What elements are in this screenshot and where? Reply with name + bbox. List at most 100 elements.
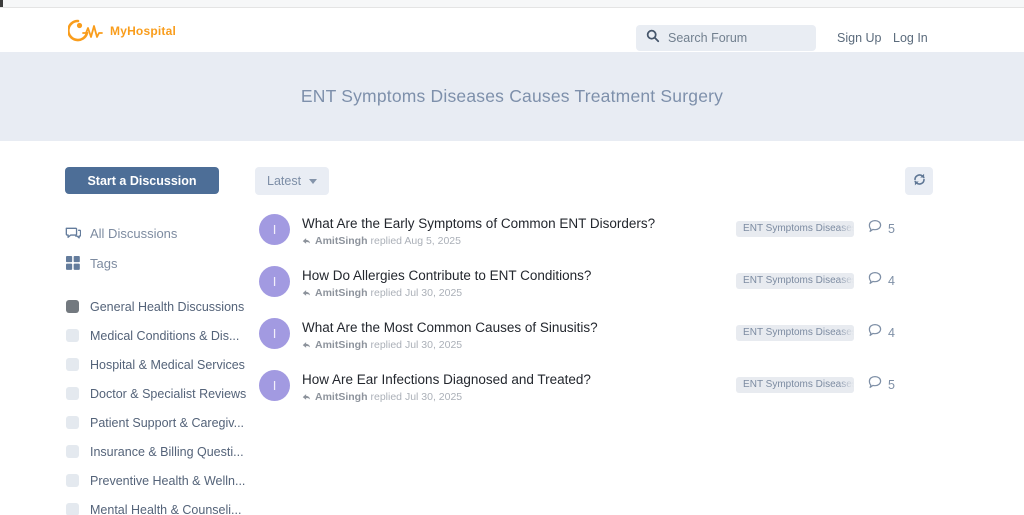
discussion-meta: ENT Symptoms Diseases Causes Treatment S… bbox=[736, 375, 935, 394]
sidebar-item-tags[interactable]: Tags bbox=[65, 248, 219, 278]
discussion-body: How Are Ear Infections Diagnosed and Tre… bbox=[302, 370, 736, 403]
tag-badge[interactable]: ENT Symptoms Diseases Causes Treatment S… bbox=[736, 376, 855, 393]
login-link[interactable]: Log In bbox=[893, 31, 928, 45]
discussion-meta: ENT Symptoms Diseases Causes Treatment S… bbox=[736, 219, 935, 238]
discussion-author[interactable]: AmitSingh bbox=[315, 339, 368, 351]
reply-arrow-icon bbox=[302, 393, 311, 402]
tag-badge[interactable]: ENT Symptoms Diseases Causes Treatment S… bbox=[736, 324, 855, 341]
comment-bubble-icon bbox=[868, 219, 882, 238]
category-label: Medical Conditions & Dis... bbox=[90, 328, 240, 343]
discussion-author[interactable]: AmitSingh bbox=[315, 235, 368, 247]
category-label: Preventive Health & Welln... bbox=[90, 473, 246, 488]
discussion-subline: AmitSingh replied Jul 30, 2025 bbox=[302, 287, 736, 299]
sidebar-item-all-discussions[interactable]: All Discussions bbox=[65, 218, 219, 248]
discussion-list: I What Are the Early Symptoms of Common … bbox=[255, 214, 935, 403]
discussion-meta: ENT Symptoms Diseases Causes Treatment S… bbox=[736, 323, 935, 342]
sidebar-category-list: General Health Discussions Medical Condi… bbox=[65, 292, 246, 515]
tag-label: ENT Symptoms Diseases Causes Treatment S… bbox=[743, 379, 855, 390]
discussion-replied-text: replied Jul 30, 2025 bbox=[370, 339, 463, 351]
sidebar-category-mental-health[interactable]: Mental Health & Counseli... bbox=[65, 495, 241, 515]
sidebar-category-hospital-services[interactable]: Hospital & Medical Services bbox=[65, 350, 245, 379]
avatar: I bbox=[259, 318, 290, 349]
category-label: Mental Health & Counseli... bbox=[90, 502, 242, 515]
comment-count-number: 5 bbox=[888, 377, 895, 392]
category-swatch bbox=[66, 416, 79, 429]
discussion-body: What Are the Early Symptoms of Common EN… bbox=[302, 214, 736, 247]
category-swatch bbox=[66, 474, 79, 487]
sidebar-category-insurance-billing[interactable]: Insurance & Billing Questi... bbox=[65, 437, 244, 466]
discussion-subline: AmitSingh replied Jul 30, 2025 bbox=[302, 339, 736, 351]
tag-badge[interactable]: ENT Symptoms Diseases Causes Treatment S… bbox=[736, 220, 855, 237]
start-discussion-button[interactable]: Start a Discussion bbox=[65, 167, 219, 194]
content-area: Start a Discussion All Discussions Tags … bbox=[0, 141, 1024, 515]
sort-dropdown[interactable]: Latest bbox=[255, 167, 330, 195]
refresh-icon bbox=[912, 172, 927, 190]
category-swatch bbox=[66, 300, 79, 313]
category-label: Doctor & Specialist Reviews bbox=[90, 386, 247, 401]
category-label: Patient Support & Caregiv... bbox=[90, 415, 245, 430]
discussion-body: How Do Allergies Contribute to ENT Condi… bbox=[302, 266, 736, 299]
discussion-subline: AmitSingh replied Jul 30, 2025 bbox=[302, 391, 736, 403]
tag-label: ENT Symptoms Diseases Causes Treatment S… bbox=[743, 223, 855, 234]
sidebar-category-medical-conditions[interactable]: Medical Conditions & Dis... bbox=[65, 321, 239, 350]
discussion-title[interactable]: How Do Allergies Contribute to ENT Condi… bbox=[302, 267, 736, 284]
site-logo[interactable]: MyHospital bbox=[68, 17, 176, 45]
hospital-pulse-icon bbox=[68, 17, 114, 45]
discussion-row[interactable]: I How Are Ear Infections Diagnosed and T… bbox=[255, 370, 935, 403]
category-swatch bbox=[66, 358, 79, 371]
sidebar-item-label: Tags bbox=[90, 255, 118, 271]
discussion-subline: AmitSingh replied Aug 5, 2025 bbox=[302, 235, 736, 247]
category-swatch bbox=[66, 387, 79, 400]
comment-count[interactable]: 5 bbox=[868, 219, 895, 238]
category-label: General Health Discussions bbox=[90, 299, 245, 314]
list-toolbar: Latest bbox=[255, 167, 935, 195]
tag-badge[interactable]: ENT Symptoms Diseases Causes Treatment S… bbox=[736, 272, 855, 289]
sidebar-category-general-health[interactable]: General Health Discussions bbox=[65, 292, 244, 321]
avatar: I bbox=[259, 266, 290, 297]
category-swatch bbox=[66, 445, 79, 458]
discussion-replied-text: replied Jul 30, 2025 bbox=[370, 391, 463, 403]
sidebar-category-preventive-health[interactable]: Preventive Health & Welln... bbox=[65, 466, 245, 495]
category-swatch bbox=[66, 329, 79, 342]
discussion-title[interactable]: What Are the Early Symptoms of Common EN… bbox=[302, 215, 736, 232]
sidebar-category-patient-support[interactable]: Patient Support & Caregiv... bbox=[65, 408, 244, 437]
sidebar-category-doctor-reviews[interactable]: Doctor & Specialist Reviews bbox=[65, 379, 246, 408]
discussion-title[interactable]: What Are the Most Common Causes of Sinus… bbox=[302, 319, 736, 336]
sidebar: Start a Discussion All Discussions Tags … bbox=[65, 167, 246, 515]
reply-arrow-icon bbox=[302, 341, 311, 350]
discussion-meta: ENT Symptoms Diseases Causes Treatment S… bbox=[736, 271, 935, 290]
comment-bubble-icon bbox=[868, 375, 882, 394]
comment-count[interactable]: 5 bbox=[868, 375, 895, 394]
comment-bubble-icon bbox=[868, 271, 882, 290]
discussion-row[interactable]: I How Do Allergies Contribute to ENT Con… bbox=[255, 266, 935, 299]
discussion-author[interactable]: AmitSingh bbox=[315, 287, 368, 299]
page-title: ENT Symptoms Diseases Causes Treatment S… bbox=[300, 86, 724, 106]
refresh-button[interactable] bbox=[905, 167, 933, 195]
sidebar-item-label: All Discussions bbox=[90, 225, 178, 241]
chevron-down-icon bbox=[309, 179, 318, 184]
sort-label: Latest bbox=[267, 174, 302, 188]
reply-arrow-icon bbox=[302, 237, 311, 246]
reply-arrow-icon bbox=[302, 289, 311, 298]
category-label: Insurance & Billing Questi... bbox=[90, 444, 244, 459]
category-swatch bbox=[66, 503, 79, 515]
tag-label: ENT Symptoms Diseases Causes Treatment S… bbox=[743, 275, 855, 286]
comment-count[interactable]: 4 bbox=[868, 323, 895, 342]
discussion-author[interactable]: AmitSingh bbox=[315, 391, 368, 403]
discussion-row[interactable]: I What Are the Early Symptoms of Common … bbox=[255, 214, 935, 247]
search-input[interactable] bbox=[668, 31, 808, 45]
grid-icon bbox=[65, 256, 81, 270]
search-box[interactable] bbox=[636, 25, 816, 51]
avatar: I bbox=[259, 214, 290, 245]
window-edge-artifact bbox=[0, 0, 3, 7]
comment-count[interactable]: 4 bbox=[868, 271, 895, 290]
tag-label: ENT Symptoms Diseases Causes Treatment S… bbox=[743, 327, 855, 338]
discussion-replied-text: replied Jul 30, 2025 bbox=[370, 287, 463, 299]
signup-link[interactable]: Sign Up bbox=[837, 31, 881, 45]
comment-count-number: 4 bbox=[888, 273, 895, 288]
discussion-body: What Are the Most Common Causes of Sinus… bbox=[302, 318, 736, 351]
hero-banner: ENT Symptoms Diseases Causes Treatment S… bbox=[0, 52, 1024, 141]
discussion-title[interactable]: How Are Ear Infections Diagnosed and Tre… bbox=[302, 371, 736, 388]
discussion-row[interactable]: I What Are the Most Common Causes of Sin… bbox=[255, 318, 935, 351]
site-header: MyHospital Sign Up Log In bbox=[0, 8, 1024, 52]
